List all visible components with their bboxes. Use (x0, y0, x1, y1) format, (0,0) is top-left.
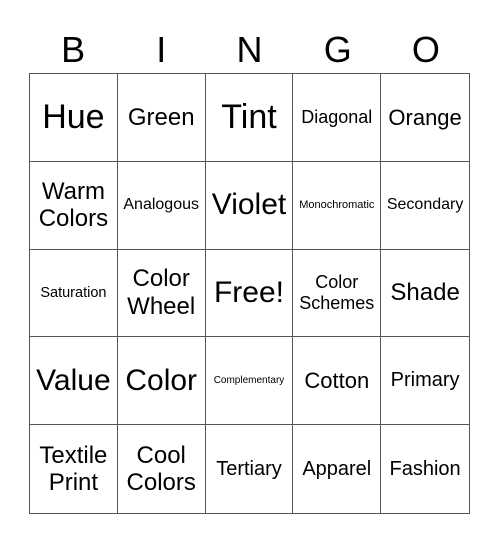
bingo-cell[interactable]: Apparel (293, 425, 382, 513)
free-space-cell[interactable]: Free! (205, 249, 294, 338)
bingo-cell[interactable]: Color Schemes (293, 249, 382, 338)
bingo-cell[interactable]: Secondary (381, 162, 469, 250)
bingo-cell[interactable]: Fashion (381, 425, 469, 513)
bingo-cell[interactable]: Complementary (205, 337, 294, 426)
bingo-cell[interactable]: Warm Colors (30, 161, 118, 250)
bingo-cell[interactable]: Value (30, 337, 118, 426)
bingo-cell[interactable]: Color Wheel (117, 249, 206, 338)
bingo-cell[interactable]: Violet (205, 161, 294, 250)
bingo-header: B I N G O (29, 28, 470, 72)
bingo-cell[interactable]: Color (117, 337, 206, 426)
bingo-cell[interactable]: Diagonal (293, 74, 382, 162)
bingo-cell[interactable]: Saturation (30, 249, 118, 338)
header-letter-b: B (61, 29, 86, 70)
bingo-cell[interactable]: Textile Print (30, 425, 118, 513)
bingo-cell[interactable]: Primary (381, 337, 469, 426)
bingo-cell[interactable]: Tertiary (206, 425, 294, 513)
bingo-grid: Hue Green Tint Diagonal Orange Warm Colo… (29, 73, 470, 514)
bingo-cell[interactable]: Tint (205, 74, 294, 162)
bingo-cell[interactable]: Cool Colors (118, 425, 206, 513)
bingo-cell[interactable]: Monochromatic (293, 161, 382, 250)
header-letter-n: N (236, 29, 263, 70)
header-letter-i: I (156, 29, 167, 70)
bingo-cell[interactable]: Hue (30, 74, 118, 162)
header-letter-o: O (411, 29, 440, 70)
bingo-cell[interactable]: Shade (381, 250, 469, 338)
bingo-cell[interactable]: Orange (381, 74, 469, 162)
bingo-cell[interactable]: Cotton (293, 337, 382, 426)
bingo-cell[interactable]: Green (117, 74, 206, 162)
header-letter-g: G (323, 29, 352, 70)
bingo-cell[interactable]: Analogous (117, 161, 206, 250)
